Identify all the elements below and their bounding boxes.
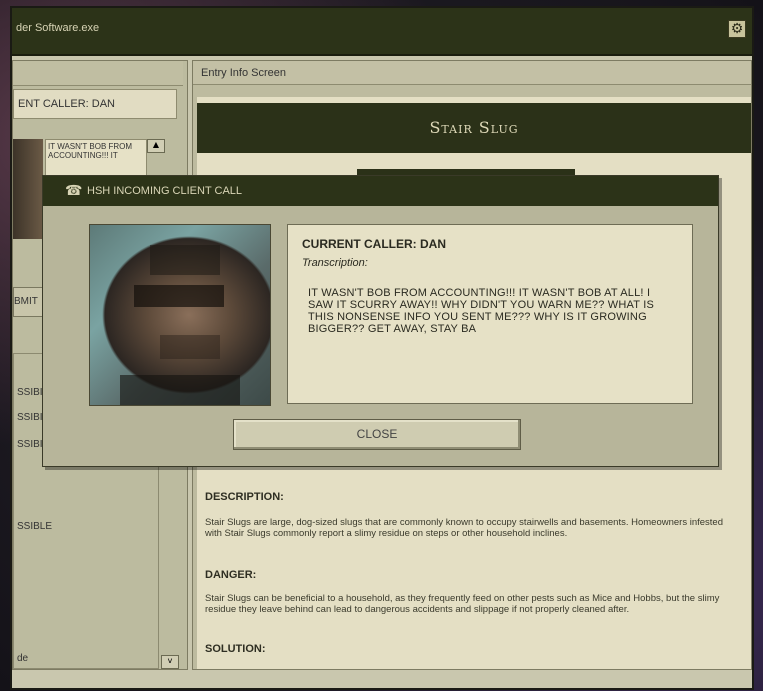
- list-item[interactable]: SSIBI: [17, 387, 43, 398]
- description-text: Stair Slugs are large, dog-sized slugs t…: [205, 517, 724, 539]
- entry-title: Stair Slug: [197, 103, 751, 153]
- phone-icon: ☎: [65, 183, 83, 199]
- list-item[interactable]: SSIBI: [17, 439, 43, 450]
- danger-heading: DANGER:: [205, 569, 257, 581]
- scroll-down-button[interactable]: v: [161, 655, 179, 669]
- dialog-titlebar: ☎ HSH INCOMING CLIENT CALL: [43, 176, 718, 206]
- list-item[interactable]: SSIBLE: [17, 521, 52, 532]
- caller-name: CURRENT CALLER: DAN: [302, 237, 446, 251]
- caller-thumbnail: [13, 139, 43, 239]
- solution-heading: SOLUTION:: [205, 643, 266, 655]
- caller-photo: [89, 224, 271, 406]
- description-heading: DESCRIPTION:: [205, 491, 284, 503]
- incoming-call-dialog: ☎ HSH INCOMING CLIENT CALL CURRENT CALLE…: [42, 175, 719, 467]
- window-titlebar: der Software.exe ⚙: [12, 8, 752, 56]
- window-title: der Software.exe: [16, 22, 100, 34]
- scroll-up-button[interactable]: ▲: [147, 139, 165, 153]
- entry-panel-header: Entry Info Screen: [193, 61, 751, 85]
- danger-text: Stair Slugs can be beneficial to a house…: [205, 593, 720, 615]
- close-button[interactable]: CLOSE: [233, 419, 521, 450]
- caller-panel-header: [13, 61, 183, 86]
- left-bottom-label: de: [17, 653, 29, 664]
- dialog-title: HSH INCOMING CLIENT CALL: [87, 185, 243, 197]
- list-item[interactable]: SSIBI: [17, 412, 43, 423]
- transcript-box: CURRENT CALLER: DAN Transcription: IT WA…: [287, 224, 693, 404]
- gear-icon[interactable]: ⚙: [728, 20, 746, 38]
- transcription-text: IT WASN'T BOB FROM ACCOUNTING!!! IT WASN…: [308, 287, 655, 335]
- transcription-label: Transcription:: [302, 257, 368, 269]
- current-caller-field: ENT CALLER: DAN: [13, 89, 177, 119]
